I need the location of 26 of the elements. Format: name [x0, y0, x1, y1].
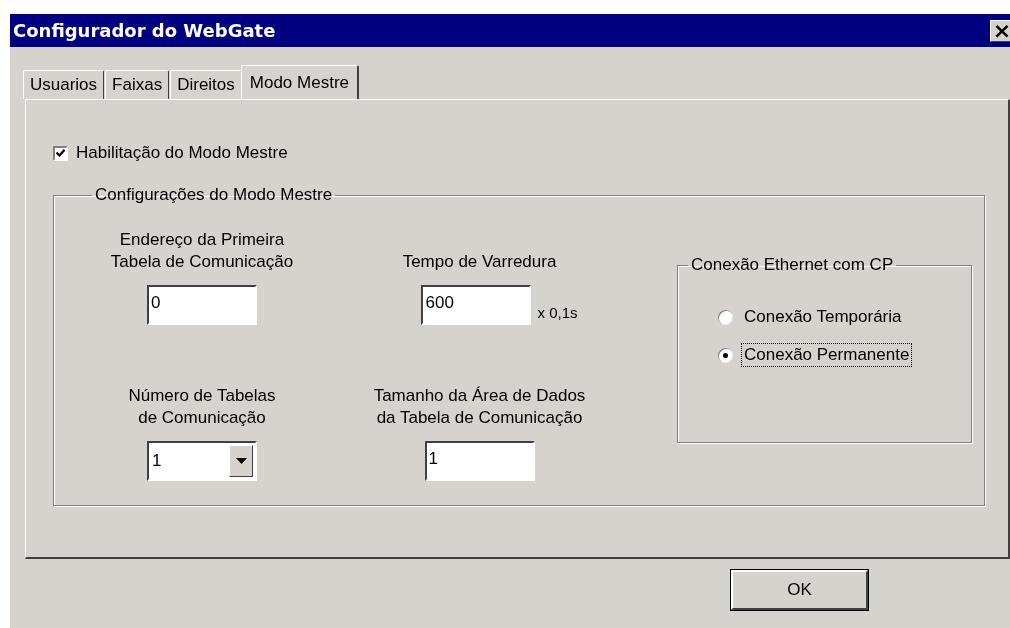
close-button[interactable]: × — [990, 19, 1010, 42]
field-label: Endereço da Primeira Tabela de Comunicação — [110, 229, 294, 273]
dropdown-arrow-icon — [235, 458, 247, 464]
field-label: Tamanho da Área de Dados da Tabela de Comunicação — [373, 385, 586, 429]
tab[interactable]: Faixas — [105, 70, 170, 99]
checkbox-label: Habilitação do Modo Mestre — [76, 143, 288, 163]
ok-button[interactable]: OK — [731, 570, 868, 610]
radio-label[interactable]: Conexão Temporária — [741, 305, 905, 329]
checkmark-icon — [56, 149, 65, 157]
number-dropdown[interactable]: 1 — [147, 441, 257, 481]
checkbox[interactable] — [53, 145, 68, 161]
input-field[interactable]: 600 — [421, 285, 532, 325]
group-title: Conexão Ethernet com CP — [690, 255, 895, 275]
tab[interactable]: Modo Mestre — [240, 65, 359, 99]
window-title: Configurador do WebGate — [13, 20, 276, 41]
group-title: Configurações do Modo Mestre — [94, 185, 334, 205]
unit-label: x 0,1s — [537, 304, 578, 321]
tab[interactable]: Direitos — [170, 70, 242, 99]
input-field[interactable]: 1 — [424, 441, 535, 481]
tab[interactable]: Usuarios — [23, 70, 105, 99]
radio-label[interactable]: Conexão Permanente — [741, 343, 913, 367]
input-field[interactable]: 0 — [147, 285, 257, 325]
radio-button[interactable] — [718, 347, 733, 363]
radio-button[interactable] — [718, 309, 733, 325]
field-label: Número de Tabelas de Comunicação — [128, 385, 276, 429]
field-label: Tempo de Varredura — [402, 251, 557, 273]
